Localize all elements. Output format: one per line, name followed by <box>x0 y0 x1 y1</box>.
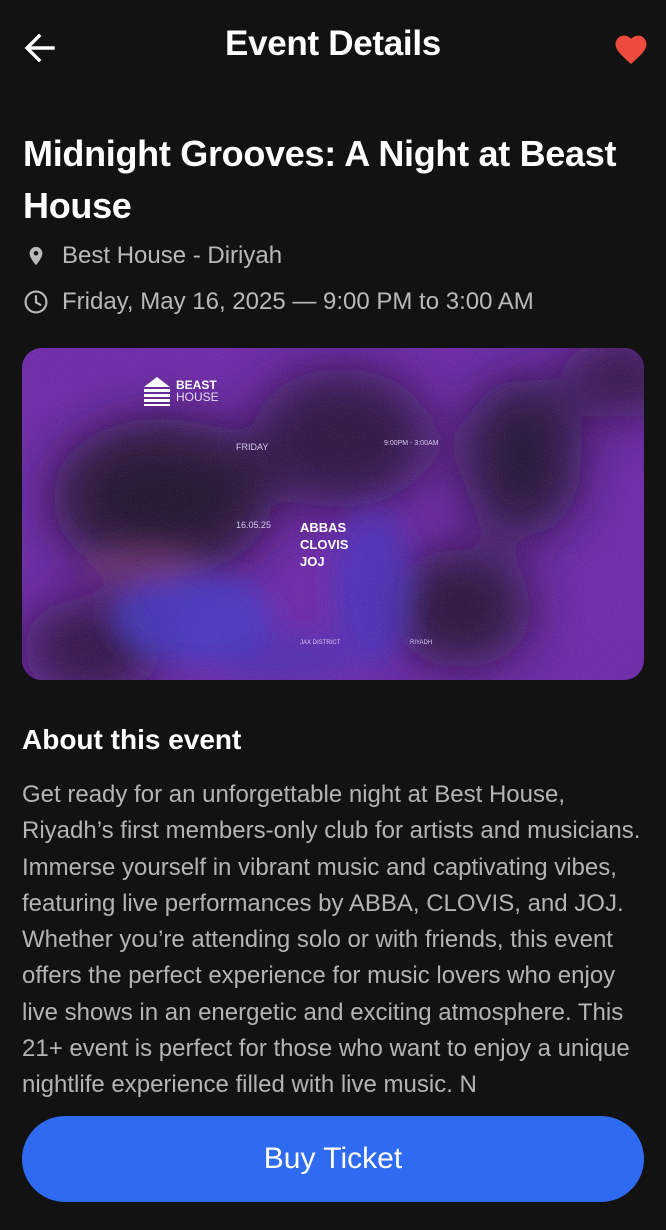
event-poster: BEAST HOUSE FRIDAY 9:00PM - 3:00AM 16.05… <box>22 348 644 680</box>
poster-date: 16.05.25 <box>236 520 272 530</box>
poster-day: FRIDAY <box>236 442 269 452</box>
poster-logo: BEAST HOUSE <box>142 375 219 407</box>
app-header: Event Details <box>0 0 666 96</box>
heart-icon <box>615 35 647 64</box>
poster-logo-word2: HOUSE <box>176 390 219 404</box>
poster-artist: JOJ <box>300 554 325 569</box>
poster-artist: ABBAS <box>300 520 347 535</box>
about-description: Get ready for an unforgettable night at … <box>22 781 641 1099</box>
datetime-text: Friday, May 16, 2025 — 9:00 PM to 3:00 A… <box>62 288 534 315</box>
poster-time: 9:00PM - 3:00AM <box>384 440 439 447</box>
location-text: Best House - Diriyah <box>62 242 283 269</box>
about-section-title: About this event <box>22 724 242 755</box>
event-location: Best House - Diriyah <box>22 242 282 270</box>
event-title: Midnight Grooves: A Night at Beast House <box>23 133 617 226</box>
buy-ticket-button[interactable]: Buy Ticket <box>22 1116 644 1202</box>
page-title: Event Details <box>225 24 441 63</box>
event-datetime: Friday, May 16, 2025 — 9:00 PM to 3:00 A… <box>22 288 534 316</box>
favorite-button[interactable] <box>606 26 656 70</box>
poster-district: JAX DISTRICT <box>300 640 341 646</box>
poster-background <box>22 348 644 680</box>
poster-city: RIYADH <box>410 640 433 646</box>
house-logo-icon <box>144 377 170 406</box>
clock-icon <box>22 288 50 316</box>
poster-artist: CLOVIS <box>300 537 349 552</box>
map-pin-icon <box>22 242 50 270</box>
poster-artists: ABBAS CLOVIS JOJ <box>300 519 348 570</box>
